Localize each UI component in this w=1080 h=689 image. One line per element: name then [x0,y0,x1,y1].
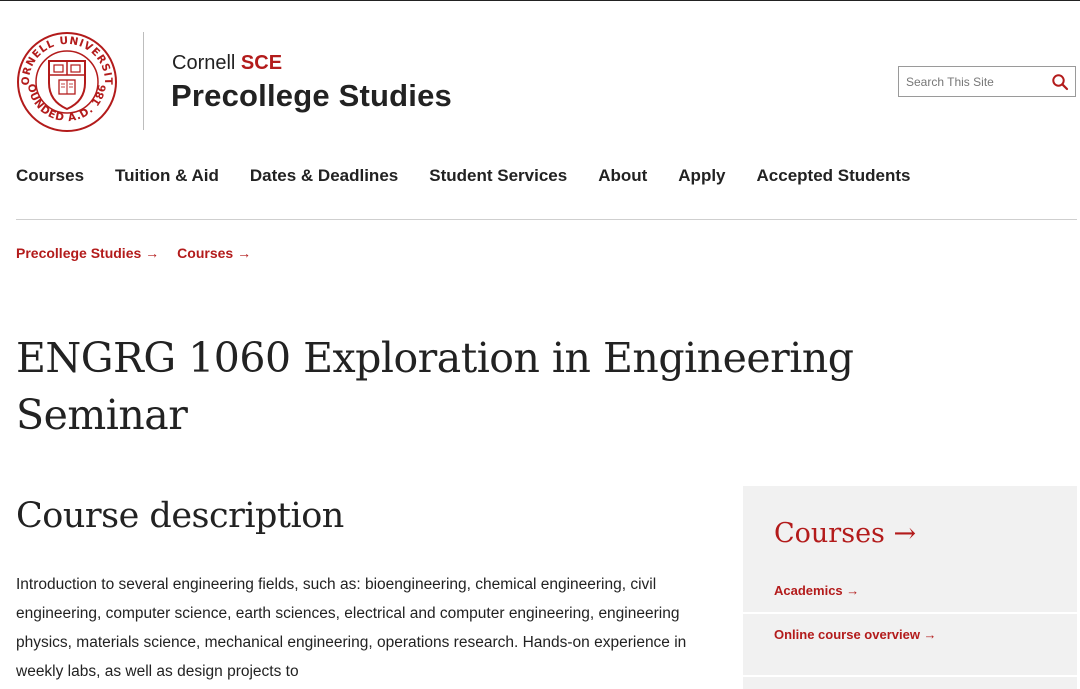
sidebar-divider [743,675,1077,677]
sidebar-link-academics[interactable]: Academics → [774,583,859,598]
top-border [0,0,1080,1]
main-nav: Courses Tuition & Aid Dates & Deadlines … [16,165,942,189]
page-title: ENGRG 1060 Exploration in Engineering Se… [16,334,854,439]
nav-apply[interactable]: Apply [678,165,725,189]
svg-text:CORNELL UNIVERSITY: CORNELL UNIVERSITY [16,31,114,86]
site-title[interactable]: Precollege Studies [171,78,452,114]
nav-student-services[interactable]: Student Services [429,165,567,189]
brand-prefix[interactable]: Cornell SCE [172,52,282,75]
cornell-seal-icon[interactable]: CORNELL UNIVERSITY FOUNDED A.D. 1865 [11,22,118,133]
sidebar-courses: Courses → Academics → Online course over… [743,486,1077,689]
nav-dates-deadlines[interactable]: Dates & Deadlines [250,165,398,189]
search-input[interactable] [906,71,1046,93]
course-description: Introduction to several engineering fiel… [16,576,687,680]
sidebar-link-online-course-overview[interactable]: Online course overview → [774,627,937,642]
breadcrumb-precollege-studies[interactable]: Precollege Studies → [16,245,159,261]
nav-about[interactable]: About [598,165,647,189]
nav-accepted-students[interactable]: Accepted Students [757,165,911,189]
search-icon[interactable] [1051,73,1069,91]
search-box [898,66,1076,97]
brand-accent: SCE [240,52,283,74]
section-title: Course description [16,496,344,536]
nav-divider [16,219,1077,220]
brand-prefix-text: Cornell [172,52,236,74]
breadcrumb: Precollege Studies → Courses → [16,245,269,261]
header-divider [143,32,144,130]
sidebar-divider [743,612,1077,614]
nav-courses[interactable]: Courses [16,165,84,189]
sidebar-title-link[interactable]: Courses → [774,518,916,549]
nav-tuition-aid[interactable]: Tuition & Aid [115,165,219,189]
breadcrumb-courses[interactable]: Courses → [177,245,251,261]
